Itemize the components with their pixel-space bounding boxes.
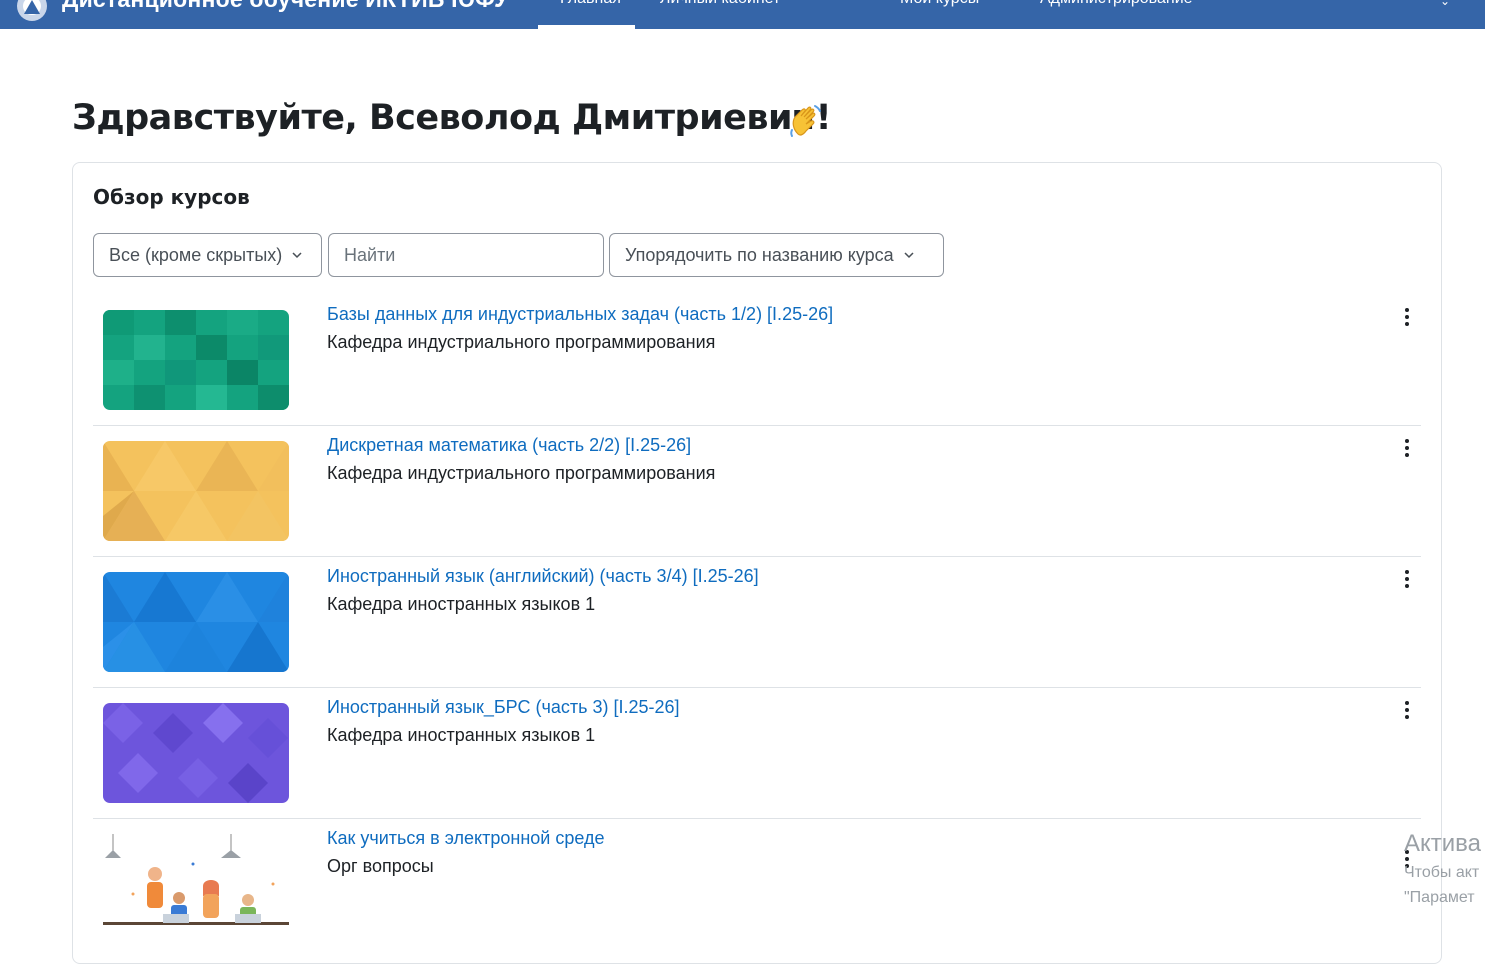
course-category: Кафедра индустриального программирования [327,463,716,483]
course-image-blue-triangle-pattern[interactable] [103,572,289,672]
course-category: Кафедра иностранных языков 1 [327,594,596,614]
course-link[interactable]: Базы данных для индустриальных задач (ча… [327,304,833,325]
nav-item-admin[interactable]: Администрирование [1040,0,1193,8]
course-image-people-at-desks-illustration[interactable] [103,834,289,934]
course-link[interactable]: Иностранный язык_БРС (часть 3) [I.25-26] [327,697,680,718]
course-filter-dropdown[interactable]: Все (кроме скрытых) [93,233,322,277]
chevron-down-icon [904,252,914,259]
nav-active-indicator [538,25,635,29]
top-navbar: Дистанционное обучение ИКТИБ ЮФУ Главная… [0,0,1485,29]
course-actions-menu-icon[interactable] [1399,437,1415,461]
course-category: Орг вопросы [327,856,434,876]
course-image-teal-pixel-pattern[interactable] [103,310,289,410]
waving-hand-icon [790,105,821,137]
course-list-item: Иностранный язык (английский) (часть 3/4… [93,556,1421,688]
course-sort-dropdown[interactable]: Упорядочить по названию курса [609,233,944,277]
activation-watermark-line: "Парамет [1404,889,1475,906]
course-filter-value: Все (кроме скрытых) [109,244,283,265]
page-title: Здравствуйте, Всеволод Дмитриевич! [72,98,832,138]
course-actions-menu-icon[interactable] [1399,699,1415,723]
course-list-item: Иностранный язык_БРС (часть 3) [I.25-26]… [93,687,1421,819]
course-list-item: Дискретная математика (часть 2/2) [I.25-… [93,425,1421,557]
course-image-yellow-triangle-pattern[interactable] [103,441,289,541]
course-search-input[interactable]: Найти [328,233,604,277]
course-link[interactable]: Иностранный язык (английский) (часть 3/4… [327,566,759,587]
course-category: Кафедра иностранных языков 1 [327,725,596,745]
course-list-item: Базы данных для индустриальных задач (ча… [93,294,1421,426]
course-search-placeholder: Найти [344,244,396,265]
course-sort-value: Упорядочить по названию курса [625,244,894,265]
site-name[interactable]: Дистанционное обучение ИКТИБ ЮФУ [62,0,509,13]
nav-item-home[interactable]: Главная [560,0,621,8]
activation-watermark-line: Чтобы акт [1404,864,1480,881]
course-link[interactable]: Как учиться в электронной среде [327,828,604,849]
course-category: Кафедра индустриального программирования [327,332,716,352]
course-actions-menu-icon[interactable] [1399,568,1415,592]
nav-item-dashboard[interactable]: Личный кабинет [660,0,780,8]
chevron-down-icon [292,252,302,259]
site-logo-icon[interactable] [12,0,52,24]
course-list-item: Как учиться в электронной среде Орг вопр… [93,818,1421,949]
user-menu-chevron-icon[interactable]: ⌄ [1440,0,1450,8]
course-image-purple-diamond-pattern[interactable] [103,703,289,803]
nav-item-my-courses[interactable]: Мои курсы [900,0,979,8]
course-actions-menu-icon[interactable] [1399,306,1415,330]
course-link[interactable]: Дискретная математика (часть 2/2) [I.25-… [327,435,691,456]
activation-watermark-title: Актива [1404,830,1482,857]
course-overview-title: Обзор курсов [93,185,250,209]
